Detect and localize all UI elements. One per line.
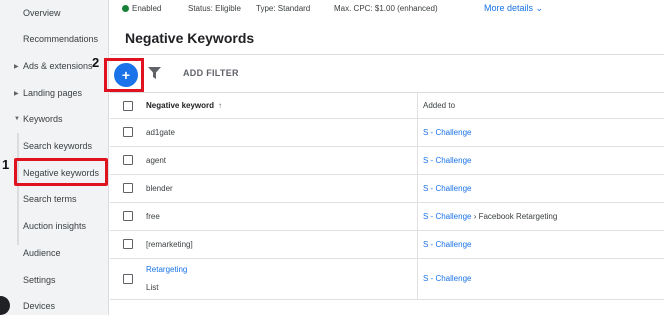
- column-header-added-to[interactable]: Added to: [423, 101, 455, 110]
- added-to-link[interactable]: S - Challenge: [423, 184, 471, 193]
- sidebar-item-label: Devices: [23, 301, 56, 311]
- enabled-dot-icon: [122, 5, 129, 12]
- added-to-link[interactable]: S - Challenge: [423, 240, 471, 249]
- sidebar-item-audience[interactable]: Audience: [0, 240, 108, 266]
- keyword-cell: free: [146, 212, 160, 221]
- sidebar-item-devices[interactable]: Devices: [0, 293, 108, 319]
- sidebar-item-label: Landing pages: [23, 88, 83, 98]
- sidebar-item-label: Keywords: [23, 114, 63, 124]
- keyword-cell: agent: [146, 156, 167, 165]
- sidebar-item-landing-pages[interactable]: ▶ Landing pages: [0, 80, 108, 106]
- row-checkbox[interactable]: [123, 183, 133, 193]
- caret-right-icon: ▶: [14, 90, 19, 97]
- caret-down-icon: ▼: [14, 116, 20, 122]
- keyword-list-link[interactable]: Retargeting: [146, 265, 187, 274]
- campaign-status-bar: Enabled Status: Eligible Type: Standard …: [110, 0, 664, 17]
- filter-icon[interactable]: [148, 67, 161, 79]
- sidebar-item-label: Ads & extensions: [23, 61, 93, 71]
- sidebar-item-overview[interactable]: Overview: [0, 0, 108, 26]
- sidebar-item-search-terms[interactable]: Search terms: [0, 186, 108, 212]
- divider: [110, 54, 664, 55]
- added-to-link[interactable]: S - Challenge: [423, 274, 471, 283]
- added-to-extra: Facebook Retargeting: [478, 212, 558, 221]
- added-to-separator: ›: [471, 212, 479, 221]
- row-checkbox[interactable]: [123, 127, 133, 137]
- max-cpc: Max. CPC: $1.00 (enhanced): [334, 4, 438, 13]
- table-row: [remarketing] S - Challenge: [110, 230, 664, 258]
- caret-right-icon: ▶: [14, 63, 19, 70]
- added-to-link[interactable]: S - Challenge: [423, 156, 471, 165]
- row-checkbox[interactable]: [123, 239, 133, 249]
- keyword-cell: [remarketing]: [146, 240, 193, 249]
- sidebar-item-label: Audience: [23, 248, 61, 258]
- column-divider: [417, 203, 418, 230]
- added-to-cell: S - Challenge › Facebook Retargeting: [423, 212, 557, 221]
- column-divider: [417, 93, 418, 118]
- keyword-cell: blender: [146, 184, 173, 193]
- campaign-type: Type: Standard: [256, 4, 311, 13]
- column-divider: [417, 175, 418, 202]
- table-row: free S - Challenge › Facebook Retargetin…: [110, 202, 664, 230]
- sidebar-item-recommendations[interactable]: Recommendations: [0, 26, 108, 52]
- chevron-down-icon: ⌄: [535, 3, 544, 13]
- highlight-negative-keywords: [14, 158, 108, 186]
- row-checkbox[interactable]: [123, 155, 133, 165]
- row-checkbox[interactable]: [123, 211, 133, 221]
- table-row: ad1gate S - Challenge: [110, 118, 664, 146]
- eligibility-status: Status: Eligible: [188, 4, 241, 13]
- select-all-checkbox[interactable]: [123, 101, 133, 111]
- step-number-1: 1: [2, 157, 10, 172]
- table-row: blender S - Challenge: [110, 174, 664, 202]
- column-divider: [417, 259, 418, 299]
- added-to-link[interactable]: S - Challenge: [423, 128, 471, 137]
- sidebar-item-settings[interactable]: Settings: [0, 267, 108, 293]
- keyword-list-type: List: [146, 283, 159, 292]
- negative-keywords-table: Negative keyword ↑ Added to ad1gate S - C…: [110, 92, 664, 300]
- step-number-2: 2: [92, 55, 100, 70]
- column-divider: [417, 119, 418, 146]
- more-details-link[interactable]: More details ⌄: [484, 3, 543, 14]
- table-row: agent S - Challenge: [110, 146, 664, 174]
- sidebar-item-label: Recommendations: [23, 34, 99, 44]
- page-title: Negative Keywords: [125, 30, 255, 46]
- sidebar-item-label: Search terms: [23, 194, 77, 204]
- sidebar-item-auction-insights[interactable]: Auction insights: [0, 213, 108, 239]
- column-header-keyword[interactable]: Negative keyword ↑: [146, 101, 222, 110]
- sidebar-item-keywords[interactable]: ▼ Keywords: [0, 106, 108, 132]
- sort-up-icon: ↑: [218, 101, 223, 110]
- sidebar-item-label: Settings: [23, 275, 56, 285]
- sidebar-item-label: Auction insights: [23, 221, 87, 231]
- enabled-status: Enabled: [122, 4, 161, 13]
- column-divider: [417, 147, 418, 174]
- highlight-add-button: [104, 58, 144, 92]
- add-filter-button[interactable]: ADD FILTER: [183, 68, 239, 78]
- sidebar-item-label: Overview: [23, 8, 61, 18]
- sidebar-item-search-keywords[interactable]: Search keywords: [0, 133, 108, 159]
- table-row: Retargeting List S - Challenge: [110, 258, 664, 300]
- row-checkbox[interactable]: [123, 274, 133, 284]
- added-to-link[interactable]: S - Challenge: [423, 212, 471, 221]
- table-header-row: Negative keyword ↑ Added to: [110, 92, 664, 118]
- sidebar-item-label: Search keywords: [23, 141, 93, 151]
- column-divider: [417, 231, 418, 258]
- keyword-cell: ad1gate: [146, 128, 175, 137]
